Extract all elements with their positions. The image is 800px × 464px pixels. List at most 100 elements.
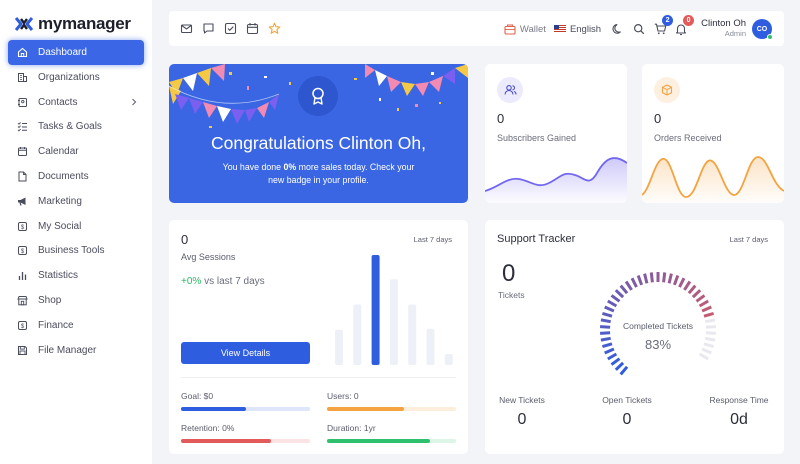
sidebar-item-finance[interactable]: $ Finance [8,313,144,338]
gauge-tick [703,311,715,318]
sidebar-item-label: My Social [38,220,82,232]
gauge-tick [705,331,716,335]
sidebar-item-file-manager[interactable]: File Manager [8,338,144,363]
calendar-icon[interactable] [246,22,259,35]
bell-icon[interactable]: 0 [674,15,695,36]
gauge-label: Completed Tickets [623,321,693,331]
checkbox-icon[interactable] [224,22,237,35]
sidebar-item-shop[interactable]: Shop [8,288,144,313]
session-bar [426,328,435,365]
sidebar-item-calendar[interactable]: Calendar [8,139,144,164]
chat-icon[interactable] [202,22,215,35]
support-period-dropdown[interactable]: Last 7 days [730,235,768,244]
sidebar-item-label: Tasks & Goals [38,121,102,133]
cart-icon[interactable]: 2 [653,15,674,36]
star-icon[interactable] [268,22,281,35]
avatar[interactable]: CO [752,19,773,40]
gauge-tick [614,289,625,299]
growth-text: vs last 7 days [201,276,265,287]
megaphone-icon [17,196,28,207]
subscribers-label: Subscribers Gained [497,133,577,143]
growth-percent: +0% [181,276,202,287]
session-bar [389,279,398,365]
sidebar-item-statistics[interactable]: Statistics [8,263,144,288]
sidebar-item-my-social[interactable]: $ My Social [8,214,144,239]
mail-icon[interactable] [180,22,193,35]
users-icon [497,77,523,103]
tasks-icon [17,121,28,132]
gauge-tick [687,284,697,295]
gauge-tick [667,273,673,284]
sidebar-item-dashboard[interactable]: Dashboard [8,40,144,65]
orders-value: 0 [654,111,662,126]
logo-icon [14,17,34,31]
gauge-tick [695,294,706,303]
language-selector[interactable]: English [553,24,601,35]
sidebar-item-marketing[interactable]: Marketing [8,189,144,214]
home-icon [17,47,28,58]
response-time-label: Response Time [709,395,769,405]
sidebar-item-business-tools[interactable]: $ Business Tools [8,239,144,264]
moon-icon[interactable] [611,22,625,36]
user-info[interactable]: Clinton Oh Admin [701,18,746,39]
gauge-tick [683,280,692,291]
session-bar [408,304,417,365]
sidebar-item-label: Organizations [38,71,100,83]
orders-card: 0 Orders Received [642,64,784,203]
award-badge-icon [298,76,338,116]
finance-icon: $ [17,320,28,331]
divider [181,377,456,378]
wallet-button[interactable]: Wallet [504,24,546,35]
gauge-tick [701,305,712,313]
goal-progress-fill [181,407,246,411]
support-title: Support Tracker [497,233,576,245]
sidebar-item-documents[interactable]: Documents [8,164,144,189]
sessions-period-dropdown[interactable]: Last 7 days [414,235,452,244]
sidebar-item-organizations[interactable]: Organizations [8,65,144,90]
view-details-button[interactable]: View Details [181,342,310,364]
sidebar-nav: Dashboard Organizations Contacts Tasks &… [8,40,144,363]
sidebar-item-label: Documents [38,171,89,183]
brand-logo[interactable]: mymanager [14,14,131,34]
retention-progress-fill [181,439,272,443]
gauge-tick [698,352,709,361]
congrats-percent: 0% [283,162,297,172]
gauge-tick [610,294,621,303]
sidebar-item-label: Shop [38,295,62,307]
subscribers-value: 0 [497,111,505,126]
sessions-bar-chart [335,255,453,365]
search-icon[interactable] [632,22,646,36]
gauge-tick [601,311,613,318]
sidebar: mymanager Dashboard Organizations Contac… [0,0,152,464]
sidebar-item-contacts[interactable]: Contacts [8,90,144,115]
duration-metric: Duration: 1yr [327,423,456,443]
gauge-tick [624,280,633,291]
save-icon [17,345,28,356]
box-icon [654,77,680,103]
sidebar-item-tasks-goals[interactable]: Tasks & Goals [8,115,144,140]
sessions-value: 0 [181,232,189,247]
congratulations-card: Congratulations Clinton Oh, You have don… [169,64,468,203]
gauge-tick [614,361,625,371]
open-tickets-stat: Open Tickets 0 [599,395,655,429]
retention-progress-track [181,439,310,443]
goal-progress-track [181,407,310,411]
online-status-dot [767,34,773,40]
sessions-growth: +0% vs last 7 days [181,276,265,287]
gauge-tick [607,299,618,308]
shop-icon [17,295,28,306]
new-tickets-label: New Tickets [499,395,545,405]
wallet-icon [504,24,516,35]
congrats-text: new badge in your profile. [268,174,369,185]
gauge-tick [662,272,667,283]
social-icon: $ [17,221,28,232]
building-icon [17,72,28,83]
wallet-label: Wallet [519,23,546,35]
gauge-tick [610,357,621,366]
subscribers-sparkline [485,157,627,203]
sessions-label: Avg Sessions [181,252,236,262]
users-progress-fill [327,407,405,411]
congrats-text: You have done [222,162,284,172]
users-label: Users: 0 [327,391,359,401]
gauge-value: 83% [644,337,672,352]
